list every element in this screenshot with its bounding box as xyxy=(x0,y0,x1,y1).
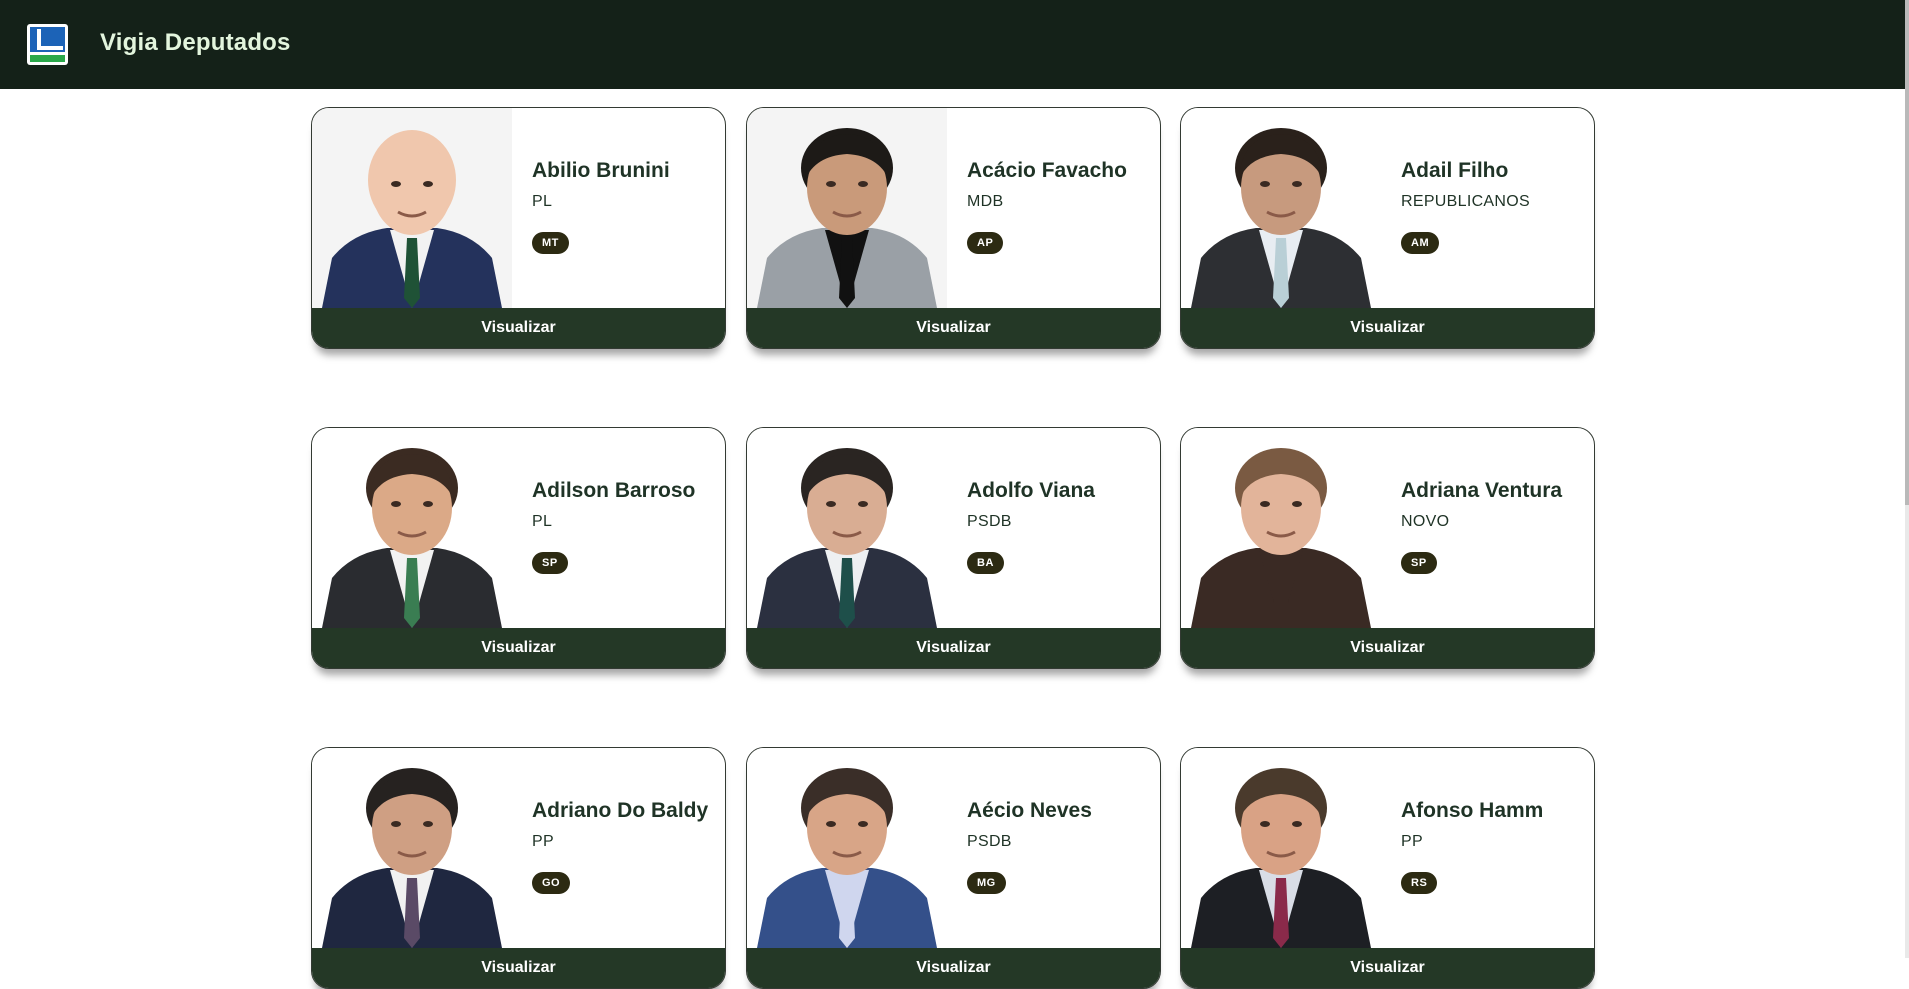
state-badge: AM xyxy=(1401,232,1440,254)
deputy-party: MDB xyxy=(967,193,1004,210)
view-button[interactable]: Visualizar xyxy=(312,628,725,668)
deputy-party: REPUBLICANOS xyxy=(1401,193,1530,210)
deputy-card[interactable]: Acácio Favacho MDB AP Visualizar xyxy=(746,107,1161,349)
state-badge: MG xyxy=(967,872,1006,894)
deputy-photo xyxy=(1181,748,1381,948)
deputy-photo xyxy=(312,108,512,308)
state-badge: BA xyxy=(967,552,1004,574)
deputy-name: Afonso Hamm xyxy=(1401,799,1544,822)
state-badge: SP xyxy=(532,552,568,574)
deputy-party: PL xyxy=(532,193,553,210)
deputy-party: PL xyxy=(532,513,553,530)
deputy-card[interactable]: Adriano Do Baldy PP GO Visualizar xyxy=(311,747,726,989)
view-button[interactable]: Visualizar xyxy=(1181,948,1594,988)
deputy-name: Abilio Brunini xyxy=(532,159,670,182)
deputy-card[interactable]: Aécio Neves PSDB MG Visualizar xyxy=(746,747,1161,989)
deputy-name: Adail Filho xyxy=(1401,159,1509,182)
deputy-photo xyxy=(747,748,947,948)
state-badge: AP xyxy=(967,232,1004,254)
deputy-name: Adilson Barroso xyxy=(532,479,696,502)
deputy-photo xyxy=(312,748,512,948)
state-badge: MT xyxy=(532,232,569,254)
deputy-name: Adriana Ventura xyxy=(1401,479,1563,502)
deputy-card[interactable]: Adriana Ventura NOVO SP Visualizar xyxy=(1180,427,1595,669)
deputy-name: Aécio Neves xyxy=(967,799,1092,822)
state-badge: SP xyxy=(1401,552,1437,574)
deputy-name: Adriano Do Baldy xyxy=(532,799,709,822)
deputy-party: PSDB xyxy=(967,513,1012,530)
deputy-photo xyxy=(312,428,512,628)
deputy-photo xyxy=(1181,428,1381,628)
view-button[interactable]: Visualizar xyxy=(312,948,725,988)
deputy-photo xyxy=(747,428,947,628)
deputy-party: PP xyxy=(532,833,554,850)
deputy-party: PP xyxy=(1401,833,1423,850)
deputy-party: PSDB xyxy=(967,833,1012,850)
deputy-photo xyxy=(747,108,947,308)
state-badge: RS xyxy=(1401,872,1438,894)
view-button[interactable]: Visualizar xyxy=(312,308,725,348)
deputy-party: NOVO xyxy=(1401,513,1450,530)
view-button[interactable]: Visualizar xyxy=(747,948,1160,988)
view-button[interactable]: Visualizar xyxy=(1181,628,1594,668)
view-button[interactable]: Visualizar xyxy=(747,628,1160,668)
deputy-photo xyxy=(1181,108,1381,308)
deputy-name: Acácio Favacho xyxy=(967,159,1127,182)
deputies-grid: Abilio Brunini PL MT Visualizar Acácio F… xyxy=(0,0,1905,989)
view-button[interactable]: Visualizar xyxy=(747,308,1160,348)
deputy-card[interactable]: Abilio Brunini PL MT Visualizar xyxy=(311,107,726,349)
deputy-card[interactable]: Adilson Barroso PL SP Visualizar xyxy=(311,427,726,669)
deputy-card[interactable]: Afonso Hamm PP RS Visualizar xyxy=(1180,747,1595,989)
deputy-card[interactable]: Adail Filho REPUBLICANOS AM Visualizar xyxy=(1180,107,1595,349)
deputy-card[interactable]: Adolfo Viana PSDB BA Visualizar xyxy=(746,427,1161,669)
view-button[interactable]: Visualizar xyxy=(1181,308,1594,348)
deputy-name: Adolfo Viana xyxy=(967,479,1095,502)
state-badge: GO xyxy=(532,872,571,894)
scrollbar-thumb[interactable] xyxy=(1905,0,1909,505)
